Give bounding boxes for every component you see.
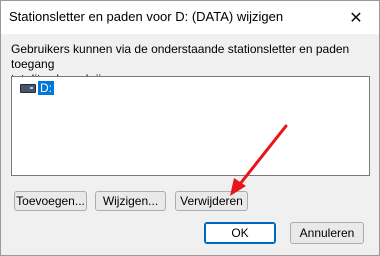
dialog-title: Stationsletter en paden voor D: (DATA) w… bbox=[9, 9, 284, 24]
drive-letter-list[interactable]: D: bbox=[11, 76, 370, 176]
dialog-window: Stationsletter en paden voor D: (DATA) w… bbox=[0, 0, 380, 256]
ok-button[interactable]: OK bbox=[204, 222, 276, 244]
list-item-label: D: bbox=[38, 81, 54, 95]
description-line-1: Gebruikers kunnen via de onderstaande st… bbox=[11, 42, 350, 71]
close-icon[interactable]: ✕ bbox=[333, 1, 379, 34]
edit-button[interactable]: Wijzigen... bbox=[95, 191, 166, 211]
list-item[interactable]: D: bbox=[20, 81, 54, 95]
drive-icon bbox=[20, 83, 36, 93]
remove-button[interactable]: Verwijderen bbox=[175, 191, 248, 211]
cancel-button[interactable]: Annuleren bbox=[290, 222, 364, 244]
add-button[interactable]: Toevoegen... bbox=[14, 191, 87, 211]
title-bar: Stationsletter en paden voor D: (DATA) w… bbox=[1, 1, 379, 34]
